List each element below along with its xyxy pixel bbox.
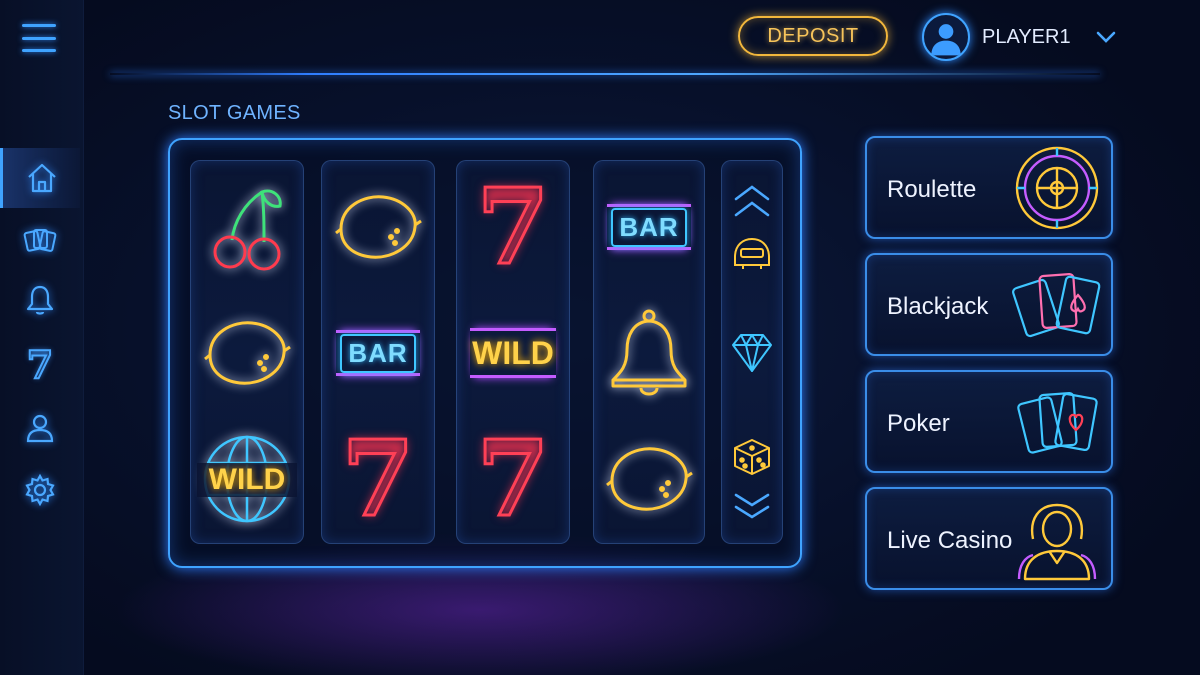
- wild-label: WILD: [197, 463, 297, 497]
- cards-icon: [23, 229, 57, 252]
- slot-side-reel[interactable]: [721, 160, 783, 544]
- slot-reel-1[interactable]: WILD: [190, 160, 304, 544]
- game-card-poker[interactable]: Poker: [865, 370, 1113, 473]
- bar-symbol: BAR: [594, 167, 704, 287]
- seven-symbol: 7: [322, 419, 434, 539]
- roulette-wheel-icon: [1011, 144, 1103, 232]
- dice-icon: [722, 437, 782, 477]
- wild-globe-symbol: WILD: [191, 419, 303, 539]
- game-card-label: Live Casino: [887, 527, 1013, 554]
- lemon-symbol: [594, 419, 704, 539]
- game-card-roulette[interactable]: Roulette: [865, 136, 1113, 239]
- lemon-symbol: [191, 293, 303, 413]
- chevron-down-icon[interactable]: [722, 491, 782, 521]
- game-card-blackjack[interactable]: Blackjack: [865, 253, 1113, 356]
- diamond-icon: [722, 331, 782, 375]
- sidebar-item-notifications[interactable]: [0, 270, 80, 330]
- bar-label: BAR: [340, 333, 416, 373]
- sidebar-item-settings[interactable]: [0, 460, 80, 520]
- bell-symbol: [594, 293, 704, 413]
- slot-reel-3[interactable]: 7 WILD 7: [456, 160, 570, 544]
- chevron-up-icon[interactable]: [722, 181, 782, 221]
- hamburger-menu-icon[interactable]: [22, 24, 56, 52]
- playing-cards-icon: [1011, 261, 1103, 349]
- seven-icon: 7: [26, 341, 54, 388]
- game-card-live-casino[interactable]: Live Casino: [865, 487, 1113, 590]
- header-divider: [110, 73, 1100, 75]
- seven-label: 7: [475, 165, 550, 288]
- sidebar-item-slots[interactable]: 7: [0, 334, 80, 394]
- section-title: SLOT GAMES: [168, 102, 301, 124]
- chevron-down-icon[interactable]: [1094, 28, 1118, 46]
- seven-label: 7: [475, 417, 550, 540]
- wild-symbol: WILD: [457, 293, 569, 413]
- sidebar-item-profile[interactable]: [0, 398, 80, 458]
- slot-machine-icon: [722, 235, 782, 271]
- sidebar-item-cards[interactable]: [0, 210, 80, 270]
- slot-reel-4[interactable]: BAR: [593, 160, 705, 544]
- bar-symbol: BAR: [322, 293, 434, 413]
- game-card-label: Blackjack: [887, 293, 989, 320]
- bell-icon: [26, 285, 54, 315]
- deposit-button[interactable]: DEPOSIT: [738, 16, 888, 56]
- cherry-symbol: [191, 167, 303, 287]
- user-icon: [26, 414, 54, 443]
- game-card-label: Roulette: [887, 176, 977, 203]
- game-card-label: Poker: [887, 410, 950, 437]
- dealer-icon: [1011, 495, 1103, 583]
- poker-cards-icon: [1011, 378, 1103, 466]
- wild-label: WILD: [472, 334, 554, 371]
- bar-label: BAR: [611, 207, 687, 247]
- seven-symbol: 7: [457, 419, 569, 539]
- home-icon: [27, 163, 56, 193]
- user-avatar-icon[interactable]: [922, 13, 970, 61]
- username-label[interactable]: PLAYER1: [982, 26, 1071, 49]
- slot-reel-2[interactable]: BAR 7: [321, 160, 435, 544]
- settings-icon: [25, 473, 55, 507]
- seven-symbol: 7: [457, 167, 569, 287]
- seven-label: 7: [340, 417, 415, 540]
- sidebar: 7: [0, 0, 84, 675]
- lemon-symbol: [322, 167, 434, 287]
- sidebar-item-home[interactable]: [0, 148, 80, 208]
